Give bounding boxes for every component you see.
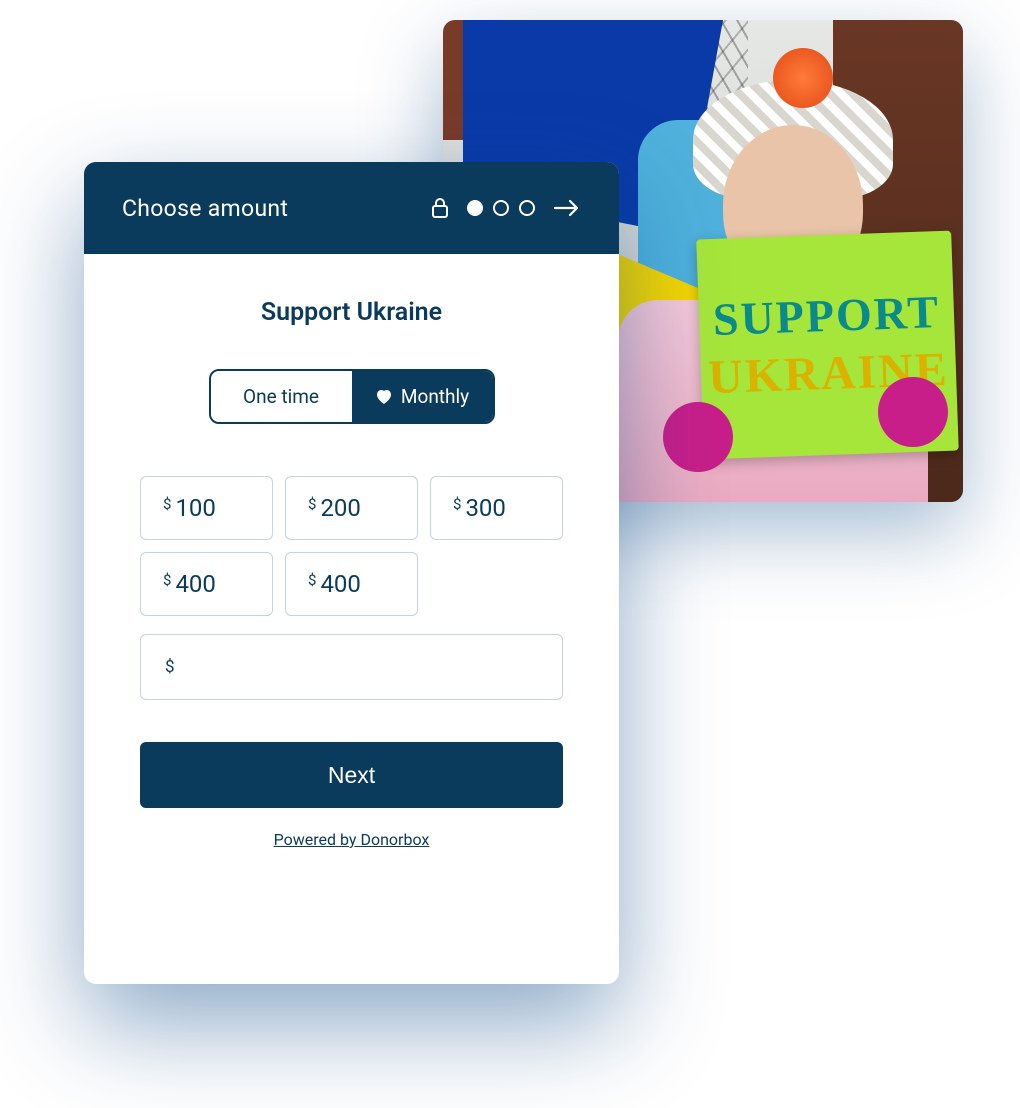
step-dot-3 bbox=[519, 200, 535, 216]
currency-symbol: $ bbox=[165, 657, 175, 677]
frequency-one-time-label: One time bbox=[243, 385, 319, 408]
step-dot-1 bbox=[467, 200, 483, 216]
next-button[interactable]: Next bbox=[140, 742, 563, 808]
custom-amount-input[interactable] bbox=[185, 654, 538, 680]
powered-by-link[interactable]: Powered by Donorbox bbox=[140, 830, 563, 849]
amount-option-100[interactable]: $ 100 bbox=[140, 476, 273, 540]
form-header: Choose amount bbox=[84, 162, 619, 254]
amount-value: 300 bbox=[465, 494, 505, 522]
currency-symbol: $ bbox=[163, 571, 171, 589]
amount-grid: $ 100 $ 200 $ 300 $ 400 $ 400 bbox=[140, 476, 563, 616]
arrow-right-icon[interactable] bbox=[553, 198, 581, 218]
frequency-monthly[interactable]: Monthly bbox=[352, 371, 493, 422]
amount-value: 400 bbox=[320, 570, 360, 598]
donation-form-card: Choose amount Support Ukraine bbox=[84, 162, 619, 984]
step-dot-2 bbox=[493, 200, 509, 216]
currency-symbol: $ bbox=[308, 495, 316, 513]
step-indicator bbox=[467, 200, 535, 216]
amount-option-200[interactable]: $ 200 bbox=[285, 476, 418, 540]
lock-icon bbox=[431, 197, 449, 219]
amount-value: 400 bbox=[175, 570, 215, 598]
frequency-toggle: One time Monthly bbox=[209, 369, 495, 424]
amount-value: 100 bbox=[175, 494, 215, 522]
amount-option-300[interactable]: $ 300 bbox=[430, 476, 563, 540]
currency-symbol: $ bbox=[163, 495, 171, 513]
heart-icon bbox=[375, 389, 393, 405]
amount-value: 200 bbox=[320, 494, 360, 522]
header-title: Choose amount bbox=[122, 195, 288, 222]
custom-amount-field[interactable]: $ bbox=[140, 634, 563, 700]
frequency-monthly-label: Monthly bbox=[401, 385, 469, 408]
amount-option-400a[interactable]: $ 400 bbox=[140, 552, 273, 616]
next-button-label: Next bbox=[328, 762, 375, 789]
photo-sign-line1: SUPPORT bbox=[712, 285, 941, 346]
frequency-one-time[interactable]: One time bbox=[211, 371, 352, 422]
currency-symbol: $ bbox=[308, 571, 316, 589]
currency-symbol: $ bbox=[453, 495, 461, 513]
amount-option-400b[interactable]: $ 400 bbox=[285, 552, 418, 616]
campaign-title: Support Ukraine bbox=[140, 298, 563, 327]
